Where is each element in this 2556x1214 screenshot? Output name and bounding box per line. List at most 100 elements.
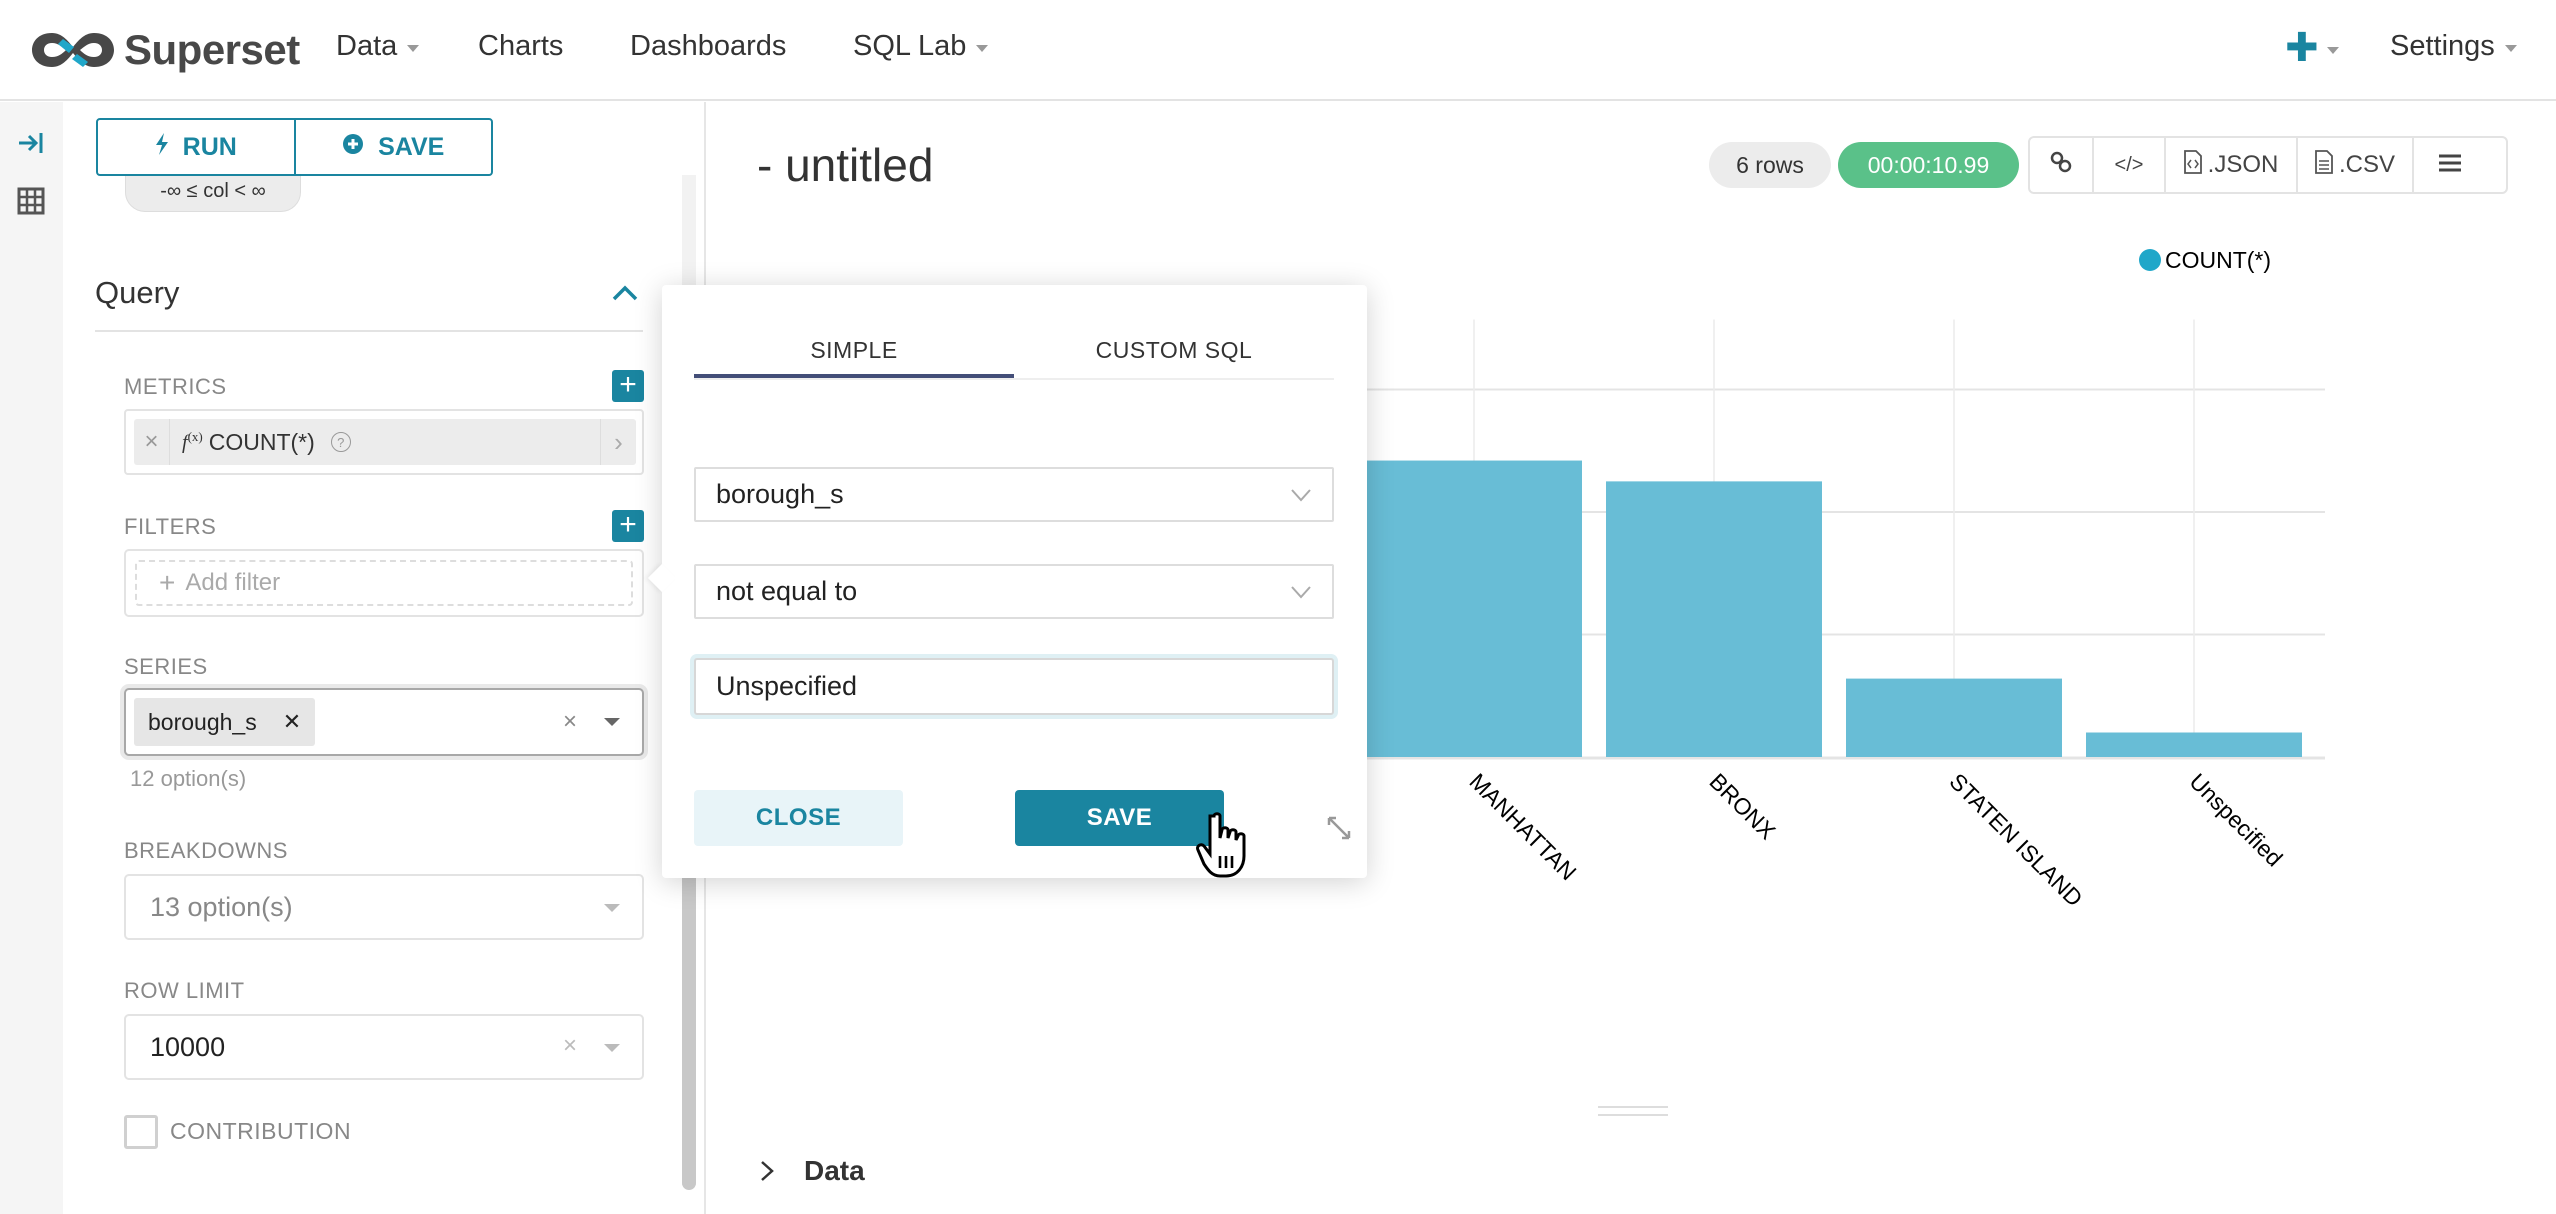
link-icon <box>2049 150 2073 181</box>
breakdowns-placeholder: 13 option(s) <box>150 892 293 922</box>
chart-toolbar: </> .JSON .CSV <box>2028 136 2508 194</box>
share-link-button[interactable] <box>2030 138 2094 192</box>
nav-data-menu[interactable]: Data <box>336 30 420 63</box>
chevron-right-icon <box>761 1161 774 1181</box>
x-tick-label: STATEN ISLAND <box>1944 768 2087 911</box>
caret-down-icon[interactable] <box>604 718 620 726</box>
series-select[interactable]: borough_s ✕ × <box>124 688 644 756</box>
nav-dashboards[interactable]: Dashboards <box>630 30 786 63</box>
run-button[interactable]: RUN <box>98 120 294 174</box>
breakdowns-label: BREAKDOWNS <box>124 838 288 863</box>
superset-logo-icon <box>32 33 114 67</box>
filter-column-select[interactable]: borough_s <box>694 467 1334 522</box>
query-section-title[interactable]: Query <box>95 275 179 311</box>
bar-manhattan[interactable] <box>1366 460 1582 757</box>
chevron-down-icon <box>1291 586 1311 599</box>
chart-title[interactable]: - untitled <box>757 138 933 192</box>
x-tick-label: MANHATTAN <box>1464 768 1581 885</box>
left-rail <box>0 102 63 1214</box>
collapse-right-icon[interactable] <box>16 128 46 158</box>
chart-resize-handle[interactable] <box>1598 1106 1668 1116</box>
series-tag: borough_s ✕ <box>134 698 316 746</box>
filter-operator-value: not equal to <box>716 576 858 606</box>
metric-name: COUNT(*) <box>208 428 315 455</box>
plus-icon: ✚ <box>2285 26 2319 70</box>
export-csv-button[interactable]: .CSV <box>2298 138 2414 192</box>
clear-icon[interactable]: × <box>563 1032 577 1060</box>
x-tick-label: Unspecified <box>2184 768 2287 871</box>
x-tick-label: BRONX <box>1704 768 1780 844</box>
file-code-icon <box>2183 149 2202 181</box>
filter-tabs: SIMPLE CUSTOM SQL <box>694 335 1334 380</box>
contribution-checkbox[interactable] <box>124 1115 158 1149</box>
save-label: SAVE <box>378 132 445 161</box>
caret-down-icon <box>2504 45 2517 52</box>
tab-simple[interactable]: SIMPLE <box>694 335 1014 378</box>
nav-charts-label: Charts <box>478 30 564 62</box>
save-filter-button[interactable]: SAVE <box>1015 790 1224 846</box>
add-filter-label: Add filter <box>185 569 281 596</box>
range-pill[interactable]: -∞ ≤ col < ∞ <box>125 170 301 212</box>
superset-logo[interactable]: Superset <box>30 20 300 80</box>
chevron-up-icon[interactable] <box>612 285 638 306</box>
new-item-menu[interactable]: ✚ <box>2285 28 2339 68</box>
caret-down-icon <box>2326 46 2339 54</box>
row-count-badge: 6 rows <box>1709 142 1831 188</box>
nav-sql-lab-label: SQL Lab <box>853 30 967 62</box>
close-button[interactable]: CLOSE <box>694 790 903 846</box>
bar-staten-island[interactable] <box>1846 678 2062 757</box>
series-label: SERIES <box>124 654 208 679</box>
row-limit-select[interactable]: 10000 × <box>124 1014 644 1080</box>
caret-down-icon <box>407 45 420 52</box>
plus-circle-icon <box>342 133 364 162</box>
bar-unspecified[interactable] <box>2086 732 2302 758</box>
metrics-label: METRICS <box>124 374 227 399</box>
nav-data-label: Data <box>336 30 398 62</box>
nav-sql-lab-menu[interactable]: SQL Lab <box>853 30 989 63</box>
file-text-icon <box>2315 149 2333 181</box>
clear-icon[interactable]: × <box>563 708 577 736</box>
filter-popover: SIMPLE CUSTOM SQL borough_s not equal to… <box>647 285 1367 878</box>
filters-control: + Add filter <box>124 549 644 617</box>
tab-custom-sql[interactable]: CUSTOM SQL <box>1014 335 1334 378</box>
caret-down-icon[interactable] <box>604 1044 620 1052</box>
metric-pill[interactable]: × f(x) COUNT(*) ? › <box>134 419 636 465</box>
more-actions-button[interactable] <box>2414 138 2486 192</box>
filter-column-value: borough_s <box>716 479 844 509</box>
add-metric-button[interactable]: + <box>612 370 644 402</box>
table-grid-icon[interactable] <box>16 186 46 216</box>
settings-menu[interactable]: Settings <box>2390 30 2517 63</box>
legend-label[interactable]: COUNT(*) <box>2165 247 2271 273</box>
function-icon: f(x) <box>182 429 203 454</box>
filter-operator-select[interactable]: not equal to <box>694 564 1334 619</box>
nav-dashboards-label: Dashboards <box>630 30 787 62</box>
remove-tag-icon[interactable]: ✕ <box>283 709 301 735</box>
chevron-right-icon[interactable]: › <box>600 419 636 465</box>
caret-down-icon[interactable] <box>604 904 620 912</box>
settings-label: Settings <box>2390 30 2495 62</box>
csv-label: .CSV <box>2338 151 2395 178</box>
expand-icon[interactable] <box>1326 815 1352 846</box>
contribution-label[interactable]: CONTRIBUTION <box>170 1118 351 1145</box>
export-json-button[interactable]: .JSON <box>2166 138 2298 192</box>
top-navbar: Superset Data Charts Dashboards SQL Lab … <box>0 0 2556 101</box>
add-filter-button[interactable]: + <box>612 510 644 542</box>
data-panel-toggle[interactable]: Data <box>760 1155 865 1187</box>
plus-icon: + <box>159 567 176 598</box>
bar-bronx[interactable] <box>1606 481 1822 757</box>
help-icon[interactable]: ? <box>330 432 351 452</box>
data-panel-label: Data <box>804 1155 865 1186</box>
save-chart-button[interactable]: SAVE <box>293 120 492 174</box>
legend-swatch[interactable] <box>2139 249 2161 271</box>
filter-value-input[interactable] <box>694 658 1334 715</box>
bolt-icon <box>155 132 169 162</box>
add-filter-dropzone[interactable]: + Add filter <box>135 560 633 606</box>
series-options-hint: 12 option(s) <box>130 766 247 791</box>
nav-charts[interactable]: Charts <box>478 30 563 63</box>
embed-code-button[interactable]: </> <box>2094 138 2166 192</box>
remove-metric-icon[interactable]: × <box>134 419 170 465</box>
query-timer-badge: 00:00:10.99 <box>1838 142 2019 188</box>
breakdowns-select[interactable]: 13 option(s) <box>124 874 644 940</box>
panel-scrollbar[interactable] <box>682 870 696 1190</box>
hamburger-icon <box>2439 151 2461 179</box>
